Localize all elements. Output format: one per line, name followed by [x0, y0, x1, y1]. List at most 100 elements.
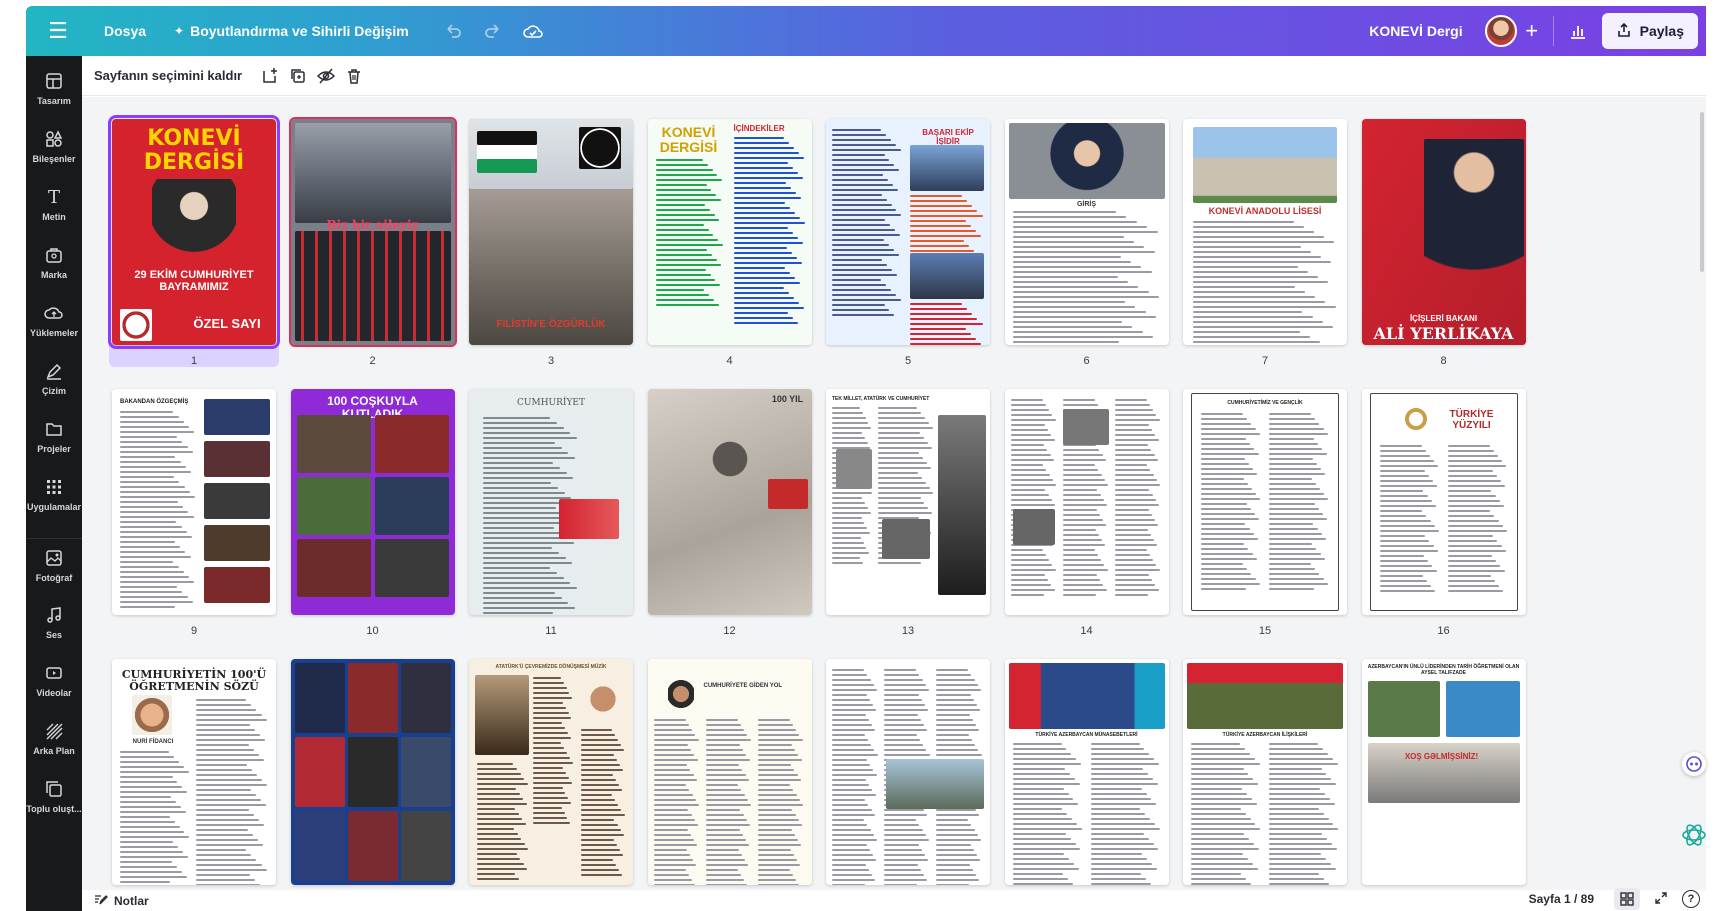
text-line [581, 849, 620, 851]
text-line [533, 692, 570, 694]
insights-chart-icon[interactable] [1560, 13, 1596, 49]
page-thumbnail[interactable]: BAŞARI EKİP İŞİDİR [826, 119, 990, 345]
fullscreen-icon[interactable] [1654, 891, 1668, 908]
text-line [1012, 251, 1155, 253]
undo-icon[interactable] [433, 6, 473, 56]
text-line [655, 284, 721, 286]
sidebar-item-elements[interactable]: Bileşenler [26, 126, 82, 178]
add-page-icon[interactable] [256, 62, 284, 90]
sidebar-item-uploads[interactable]: Yüklemeler [26, 300, 82, 352]
page-thumbnail[interactable]: GİRİŞ [1004, 119, 1169, 345]
text-line [1012, 778, 1075, 780]
page-thumbnail[interactable]: CUMHURİYETİMİZ VE GENÇLİK [1183, 389, 1347, 615]
page-thumbnail[interactable]: TÜRKİYE YÜZYILI [1361, 389, 1526, 615]
text-line [533, 677, 561, 679]
text-line [1090, 858, 1148, 860]
page-thumbnail[interactable]: 100 COŞKUYLA KUTLADIK [290, 389, 455, 615]
page-thumbnail[interactable] [290, 659, 455, 885]
page-thumbnail[interactable]: TÜRKİYE AZERBAYCAN MÜNASEBETLERİ [1004, 659, 1169, 885]
sidebar-item-audio[interactable]: Ses [26, 602, 82, 654]
text-line [120, 561, 174, 563]
page-photo [910, 145, 984, 191]
sidebar-item-bulk-create[interactable]: Toplu oluşt... [26, 776, 82, 828]
page-thumbnail[interactable]: TEK MİLLET, ATATÜRK VE CUMHURİYET [826, 389, 990, 615]
page-thumbnail[interactable]: TÜRKİYE AZERBAYCAN İLİŞKİLERİ [1183, 659, 1347, 885]
text-line [533, 727, 565, 729]
sidebar-item-videos[interactable]: Videolar [26, 660, 82, 712]
text-line [1269, 768, 1322, 770]
text-line [477, 823, 526, 825]
project-name[interactable]: KONEVİ Dergi [1369, 23, 1462, 39]
page-thumbnail[interactable]: ATATÜRK'Ü ÇEVREMİZDE DÖNÜŞMESİ MÜZİK [469, 659, 633, 885]
grid-view-icon[interactable] [1614, 888, 1640, 910]
cloud-saved-icon[interactable] [513, 6, 553, 56]
assistant-bot-icon[interactable] [1682, 752, 1706, 776]
text-line [1010, 474, 1050, 476]
page-thumbnail[interactable]: İÇİŞLERİ BAKANI ALİ YERLİKAYA [1361, 119, 1526, 345]
add-collaborator-button[interactable]: + [1517, 16, 1547, 46]
sidebar-item-label: Fotoğraf [35, 573, 73, 583]
avatar[interactable] [1484, 15, 1517, 47]
hamburger-icon[interactable]: ☰ [26, 6, 90, 56]
sidebar-item-photos[interactable]: Fotoğraf [26, 538, 82, 590]
page-counter[interactable]: Sayfa 1 / 89 [1529, 892, 1594, 906]
notes-button[interactable]: Notlar [94, 892, 149, 909]
text-line [120, 781, 178, 783]
page-thumbnail[interactable]: CUMHURİYETİN 100'Ü ÖĞRETMENİN SÖZÜ NURİ F… [112, 659, 276, 885]
text-line [581, 854, 623, 856]
text-line [705, 749, 744, 751]
text-line [655, 254, 712, 256]
text-line [1090, 793, 1147, 795]
sidebar-item-design[interactable]: Tasarım [26, 68, 82, 120]
page-thumbnail[interactable]: KONEVİ ANADOLU LİSESİ [1183, 119, 1347, 345]
text-line [1269, 573, 1320, 575]
page-photo [374, 415, 449, 473]
page-thumbnail[interactable]: BAKANDAN ÖZGEÇMİŞ [112, 389, 276, 615]
page-thumbnail[interactable]: CUMHURİYET [469, 389, 633, 615]
text-line [653, 719, 686, 721]
page-thumbnail[interactable]: FİLİSTİN'E ÖZGÜRLÜK [469, 119, 633, 345]
page-photo [581, 677, 625, 721]
resize-button[interactable]: ✦ Boyutlandırma ve Sihirli Değişim [160, 6, 423, 56]
text-line [196, 709, 257, 711]
text-line [832, 684, 874, 686]
vertical-scrollbar[interactable] [1700, 112, 1704, 272]
page-thumbnail[interactable] [826, 659, 990, 885]
sidebar-item-text[interactable]: T Metin [26, 184, 82, 236]
text-line [733, 227, 789, 229]
page-thumbnail[interactable]: KONEVİ DERGİSİ İÇİNDEKİLER [647, 119, 812, 345]
ai-assistant-icon[interactable] [1680, 820, 1708, 850]
help-button[interactable]: ? [1682, 890, 1700, 908]
hide-page-icon[interactable] [312, 62, 340, 90]
text-line [733, 197, 802, 199]
page-number: 2 [369, 355, 376, 367]
delete-page-icon[interactable] [340, 62, 368, 90]
text-line [1379, 560, 1429, 562]
redo-icon[interactable] [473, 6, 513, 56]
page-thumbnail[interactable]: 100 YIL [647, 389, 812, 615]
text-line [1269, 758, 1333, 760]
page-thumbnail[interactable]: CUMHURİYETE GİDEN YOL [647, 659, 812, 885]
text-line [655, 244, 723, 246]
page-thumbnail[interactable] [1004, 389, 1169, 615]
text-line [196, 784, 268, 786]
deselect-page-button[interactable]: Sayfanın seçimini kaldır [94, 68, 242, 83]
page-thumbnail[interactable]: KONEVİ DERGİSİ 29 EKİM CUMHURİYET BAYRAMI… [108, 115, 280, 349]
text-line [1193, 256, 1322, 258]
brand-icon [42, 242, 66, 268]
text-line [1201, 498, 1261, 500]
share-button[interactable]: Paylaş [1601, 13, 1698, 49]
text-lines [533, 677, 573, 827]
sidebar-item-projects[interactable]: Projeler [26, 416, 82, 468]
text-line [196, 749, 254, 751]
text-line [1062, 594, 1097, 596]
page-thumbnail[interactable]: Biz bir aileyiz [288, 117, 457, 347]
sidebar-item-background[interactable]: Arka Plan [26, 718, 82, 770]
duplicate-page-icon[interactable] [284, 62, 312, 90]
page-thumbnail[interactable]: AZERBAYCAN'IN ÜNLÜ LİDERİNDEN TARİH ÖĞRE… [1361, 659, 1526, 885]
text-line [1379, 585, 1432, 587]
sidebar-item-draw[interactable]: Çizim [26, 358, 82, 410]
file-menu[interactable]: Dosya [90, 6, 160, 56]
sidebar-item-brand[interactable]: Marka [26, 242, 82, 294]
sidebar-item-apps[interactable]: Uygulamalar [26, 474, 82, 526]
